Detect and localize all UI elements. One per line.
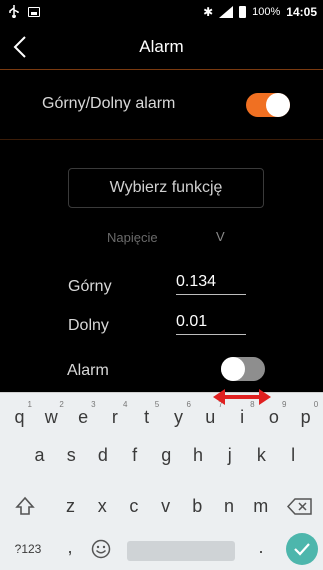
- lower-label: Dolny: [68, 317, 109, 334]
- key-letter: q: [14, 407, 25, 427]
- key-number-hint: 6: [186, 400, 191, 409]
- key-y[interactable]: y6: [163, 399, 194, 435]
- battery-percent: 100%: [252, 6, 281, 18]
- symbols-key[interactable]: ?123: [8, 531, 48, 567]
- key-v[interactable]: v: [150, 488, 181, 524]
- range-alarm-label: Górny/Dolny alarm: [42, 95, 176, 112]
- key-a[interactable]: a: [24, 437, 55, 473]
- key-letter: u: [205, 407, 216, 427]
- key-number-hint: 4: [122, 400, 128, 409]
- soft-keyboard: q1w2e3r4t5y6u7i8o9p0 asdfghjkl zxcvbnm ?…: [0, 392, 323, 570]
- enter-check-icon: [294, 543, 310, 556]
- key-letter: i: [240, 407, 245, 427]
- phone-screen: ✱ 100% 14:05 Alarm Górny/Dolny alarm Wyb…: [0, 0, 323, 570]
- alarm-toggle[interactable]: [221, 357, 265, 381]
- measurement-name: Napięcie: [107, 230, 158, 245]
- measurement-unit: V: [216, 229, 225, 244]
- upper-value-input[interactable]: 0.134: [176, 273, 246, 295]
- key-number-hint: 0: [313, 400, 319, 409]
- keyboard-row-3: zxcvbnm: [0, 488, 323, 524]
- key-q[interactable]: q1: [4, 399, 35, 435]
- signal-4g-icon: [219, 6, 234, 18]
- status-bar: ✱ 100% 14:05: [0, 0, 323, 24]
- key-p[interactable]: p0: [290, 399, 321, 435]
- key-number-hint: 9: [281, 400, 287, 409]
- keyboard-row-2: asdfghjkl: [0, 437, 323, 473]
- alarm-label: Alarm: [67, 362, 109, 379]
- lower-value-input[interactable]: 0.01: [176, 313, 246, 335]
- period-key[interactable]: .: [251, 529, 271, 565]
- key-r[interactable]: r4: [99, 399, 130, 435]
- battery-icon: [239, 6, 247, 18]
- double-arrow-annotation-icon: [213, 389, 271, 405]
- range-alarm-toggle[interactable]: [246, 93, 290, 117]
- key-letter: w: [44, 407, 58, 427]
- space-key[interactable]: [127, 541, 235, 561]
- key-s[interactable]: s: [56, 437, 87, 473]
- key-d[interactable]: d: [87, 437, 118, 473]
- toggle-knob: [266, 93, 290, 117]
- key-z[interactable]: z: [55, 488, 86, 524]
- clock: 14:05: [286, 5, 317, 19]
- key-letter: y: [174, 407, 183, 427]
- comma-key[interactable]: ,: [60, 529, 80, 565]
- key-m[interactable]: m: [245, 488, 276, 524]
- key-letter: t: [144, 407, 150, 427]
- key-letter: p: [300, 407, 311, 427]
- key-k[interactable]: k: [246, 437, 277, 473]
- key-n[interactable]: n: [214, 488, 245, 524]
- key-h[interactable]: h: [183, 437, 214, 473]
- key-number-hint: 5: [154, 400, 160, 409]
- key-letter: e: [78, 407, 89, 427]
- key-l[interactable]: l: [278, 437, 309, 473]
- key-c[interactable]: c: [118, 488, 149, 524]
- key-b[interactable]: b: [182, 488, 213, 524]
- page-title: Alarm: [139, 37, 184, 56]
- key-number-hint: 2: [59, 400, 64, 409]
- keyboard-row-1: q1w2e3r4t5y6u7i8o9p0: [0, 399, 323, 435]
- select-function-button[interactable]: Wybierz funkcję: [68, 168, 264, 208]
- key-number-hint: 3: [91, 400, 96, 409]
- key-j[interactable]: j: [214, 437, 245, 473]
- key-letter: o: [268, 407, 279, 427]
- bluetooth-icon: ✱: [203, 5, 214, 19]
- key-letter: r: [111, 407, 118, 427]
- key-g[interactable]: g: [151, 437, 182, 473]
- range-alarm-row: Górny/Dolny alarm: [0, 71, 323, 140]
- backspace-icon[interactable]: [287, 498, 313, 515]
- shift-icon[interactable]: [14, 496, 36, 516]
- key-number-hint: 1: [27, 400, 32, 409]
- emoji-icon[interactable]: [91, 539, 111, 559]
- key-e[interactable]: e3: [68, 399, 99, 435]
- enter-key[interactable]: [286, 533, 318, 565]
- usb-icon: [9, 5, 19, 18]
- key-x[interactable]: x: [87, 488, 118, 524]
- image-icon: [28, 6, 40, 17]
- app-bar: Alarm: [0, 24, 323, 70]
- key-w[interactable]: w2: [36, 399, 67, 435]
- key-f[interactable]: f: [119, 437, 150, 473]
- upper-label: Górny: [68, 278, 112, 295]
- key-t[interactable]: t5: [131, 399, 162, 435]
- toggle-knob: [221, 357, 245, 381]
